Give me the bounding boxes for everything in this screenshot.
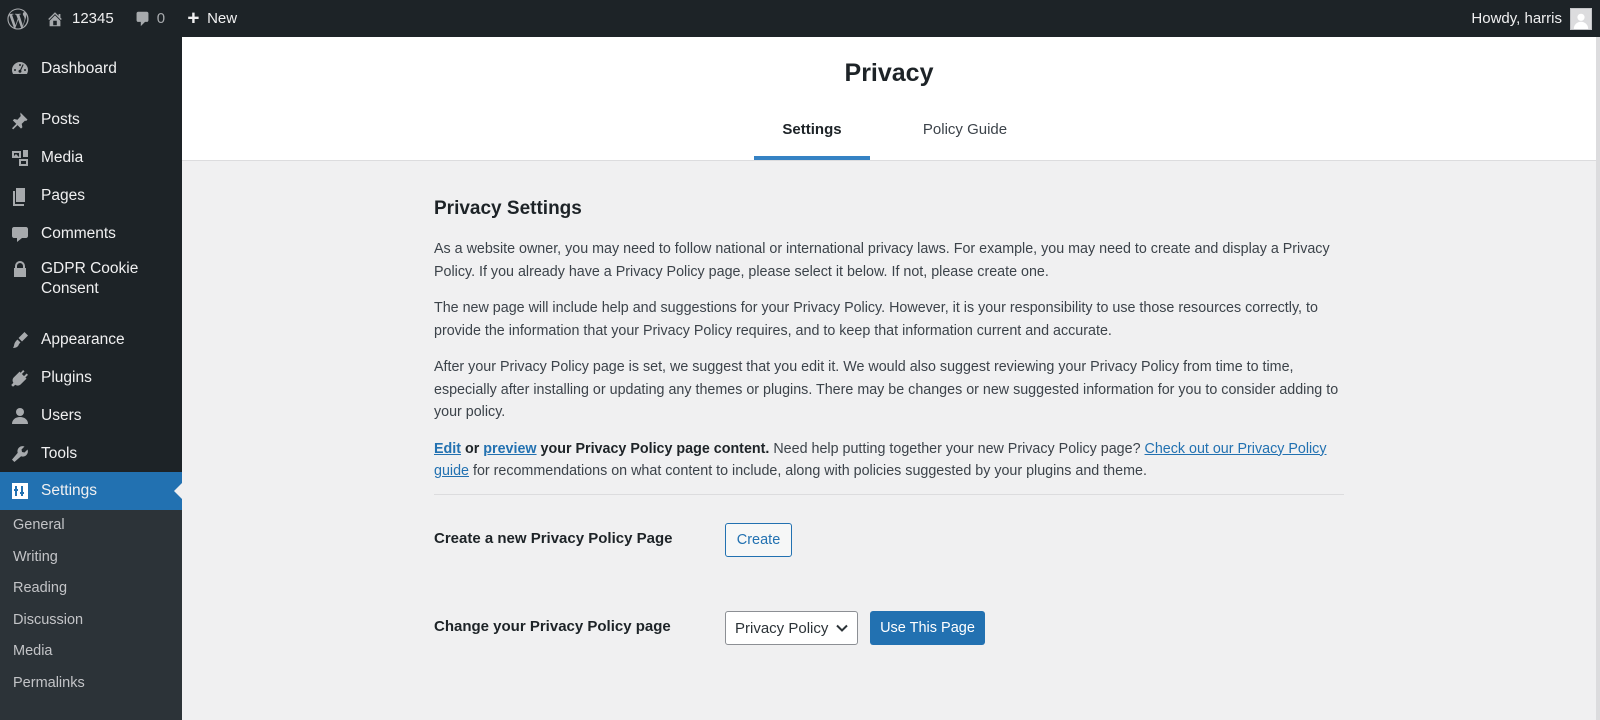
pages-icon xyxy=(10,186,30,206)
use-this-page-button[interactable]: Use This Page xyxy=(870,611,985,645)
submenu-item-reading[interactable]: Reading xyxy=(13,580,67,596)
sidebar-item-label: Dashboard xyxy=(41,60,117,77)
privacy-page-select[interactable]: Privacy Policy xyxy=(725,611,858,645)
sidebar-item-posts[interactable]: Posts xyxy=(0,103,182,137)
plus-icon xyxy=(188,12,199,23)
privacy-settings-content: Privacy Settings As a website owner, you… xyxy=(434,198,1344,483)
user-icon xyxy=(10,406,30,426)
new-content-menu[interactable]: New xyxy=(175,0,247,37)
divider xyxy=(434,494,1344,495)
sidebar-item-dashboard[interactable]: Dashboard xyxy=(0,52,182,86)
sidebar-item-appearance[interactable]: Appearance xyxy=(0,323,182,357)
tab-policy-guide[interactable]: Policy Guide xyxy=(900,121,1030,160)
sidebar-item-label: GDPR Cookie Consent xyxy=(41,259,138,299)
sidebar-item-label: Appearance xyxy=(41,331,125,348)
sidebar-item-settings[interactable]: Settings xyxy=(0,472,182,510)
site-name: 12345 xyxy=(72,10,114,27)
comments-count: 0 xyxy=(156,10,166,27)
page-content-text: your Privacy Policy page content. xyxy=(540,440,770,457)
wordpress-icon xyxy=(7,7,29,30)
section-heading: Privacy Settings xyxy=(434,198,582,219)
avatar xyxy=(1570,7,1592,30)
comment-bubble-icon xyxy=(136,11,149,27)
intro-paragraph: As a website owner, you may need to foll… xyxy=(434,241,1330,280)
submenu-item-permalinks[interactable]: Permalinks xyxy=(13,675,85,691)
sidebar-item-label: Plugins xyxy=(41,369,92,386)
edit-link[interactable]: Edit xyxy=(434,441,461,457)
review-paragraph: After your Privacy Policy page is set, w… xyxy=(434,359,1339,420)
plugin-icon xyxy=(10,368,30,388)
sidebar-item-label: Tools xyxy=(41,445,78,462)
sidebar-item-users[interactable]: Users xyxy=(0,399,182,433)
tab-settings[interactable]: Settings xyxy=(754,121,870,160)
privacy-page-header: Privacy Settings Policy Guide xyxy=(182,37,1596,161)
comment-icon xyxy=(10,224,30,244)
help-paragraph: Edit or preview your Privacy Policy page… xyxy=(434,438,1344,483)
sidebar-item-label: Settings xyxy=(41,482,98,499)
user-silhouette-icon xyxy=(1573,13,1589,29)
scrollbar[interactable] xyxy=(1596,37,1600,720)
or-text: or xyxy=(465,440,480,457)
admin-sidebar: Dashboard Posts Media Pages Comments GDP… xyxy=(0,37,182,720)
settings-submenu: General Writing Reading Discussion Media… xyxy=(0,510,182,720)
admin-bar: 12345 0 New Howdy, harris xyxy=(0,0,1600,37)
sidebar-item-gdpr-cookie-consent[interactable]: GDPR Cookie Consent xyxy=(0,259,182,303)
home-icon xyxy=(48,11,62,26)
site-name-menu[interactable]: 12345 xyxy=(38,0,124,37)
gdpr-label-line1: GDPR Cookie xyxy=(41,260,139,277)
gdpr-label-line2: Consent xyxy=(41,280,99,297)
create-page-label: Create a new Privacy Policy Page xyxy=(434,530,673,547)
recommendations-text: for recommendations on what content to i… xyxy=(472,463,1147,479)
dashboard-icon xyxy=(10,59,30,79)
sidebar-item-plugins[interactable]: Plugins xyxy=(0,361,182,395)
responsibility-paragraph: The new page will include help and sugge… xyxy=(434,300,1318,339)
chevron-down-icon xyxy=(836,624,848,632)
brush-icon xyxy=(10,330,30,350)
preview-link[interactable]: preview xyxy=(483,441,536,457)
submenu-item-media[interactable]: Media xyxy=(13,643,53,659)
sidebar-item-label: Users xyxy=(41,407,82,424)
new-label: New xyxy=(207,10,238,27)
wordpress-logo-menu[interactable] xyxy=(0,0,38,37)
sidebar-item-label: Media xyxy=(41,149,84,166)
sidebar-item-label: Pages xyxy=(41,187,85,204)
sidebar-item-tools[interactable]: Tools xyxy=(0,437,182,471)
comments-menu[interactable]: 0 xyxy=(124,0,175,37)
select-value: Privacy Policy xyxy=(735,619,829,637)
submenu-item-discussion[interactable]: Discussion xyxy=(13,612,83,628)
create-button[interactable]: Create xyxy=(725,523,792,557)
change-page-label: Change your Privacy Policy page xyxy=(434,618,671,635)
account-menu[interactable]: Howdy, harris xyxy=(1461,0,1600,37)
media-icon xyxy=(10,148,30,168)
page-title: Privacy xyxy=(844,59,934,87)
pushpin-icon xyxy=(10,110,30,130)
wrench-icon xyxy=(10,444,30,464)
sidebar-item-label: Posts xyxy=(41,111,80,128)
sidebar-item-comments[interactable]: Comments xyxy=(0,217,182,251)
settings-icon xyxy=(10,481,30,501)
submenu-item-general[interactable]: General xyxy=(13,517,65,533)
lock-icon xyxy=(10,259,30,279)
need-help-text: Need help putting together your new Priv… xyxy=(773,440,1141,457)
howdy-text: Howdy, harris xyxy=(1471,10,1562,27)
sidebar-item-media[interactable]: Media xyxy=(0,141,182,175)
sidebar-item-pages[interactable]: Pages xyxy=(0,179,182,213)
sidebar-item-label: Comments xyxy=(41,225,116,242)
submenu-item-writing[interactable]: Writing xyxy=(13,549,58,565)
